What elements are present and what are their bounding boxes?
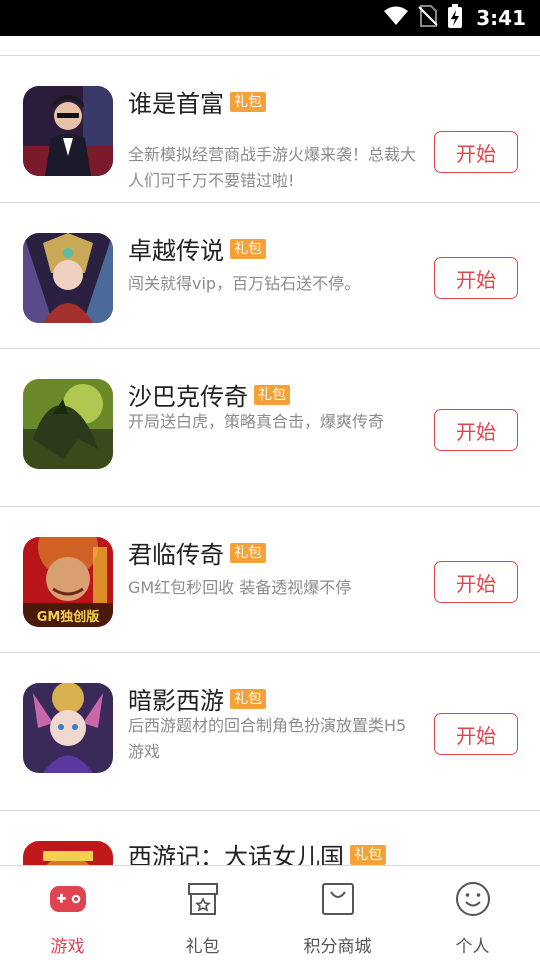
shopping-bag-icon (319, 880, 357, 918)
start-button[interactable]: 开始 (434, 409, 518, 451)
wifi-icon (384, 6, 409, 30)
game-description: 全新模拟经营商战手游火爆来袭！总裁大人们可千万不要错过啦! (128, 145, 417, 190)
game-description: 闯关就得vip，百万钻石送不停。 (128, 274, 361, 293)
status-bar: 3:41 (0, 0, 540, 36)
gamepad-icon (49, 880, 87, 918)
gift-badge: 礼包 (230, 238, 266, 259)
list-item[interactable]: 卓越传说 礼包 闯关就得vip，百万钻石送不停。 开始 (0, 203, 540, 349)
game-description: 后西游题材的回合制角色扮演放置类H5游戏 (128, 716, 407, 761)
list-item[interactable]: GM独创版 君临传奇 礼包 GM红包秒回收 装备透视爆不停 开始 (0, 507, 540, 653)
nav-label: 个人 (455, 937, 490, 957)
list-item[interactable]: 沙巴克传奇 礼包 开局送白虎，策略真合击，爆爽传奇 开始 (0, 349, 540, 507)
game-icon-zhuoyue[interactable] (23, 233, 113, 323)
smiley-icon (454, 880, 492, 918)
gift-badge: 礼包 (230, 542, 266, 563)
nav-label: 游戏 (50, 937, 85, 957)
game-icon-anying[interactable] (23, 683, 113, 773)
game-title[interactable]: 暗影西游 (128, 681, 224, 716)
game-icon-junlin[interactable]: GM独创版 (23, 537, 113, 627)
bottom-navigation: 游戏 礼包 积分商城 个人 (0, 865, 540, 960)
game-title[interactable]: 沙巴克传奇 (128, 377, 248, 412)
gift-box-icon (184, 880, 222, 918)
game-description: GM红包秒回收 装备透视爆不停 (128, 578, 352, 597)
divider (0, 36, 540, 56)
game-title[interactable]: 卓越传说 (128, 231, 224, 266)
nav-item-games[interactable]: 游戏 (0, 866, 135, 960)
game-icon-shouyou[interactable] (23, 86, 113, 176)
gift-badge: 礼包 (254, 384, 290, 405)
start-button[interactable]: 开始 (434, 713, 518, 755)
list-item[interactable]: 暗影西游 礼包 后西游题材的回合制角色扮演放置类H5游戏 开始 (0, 653, 540, 811)
gift-badge: 礼包 (350, 844, 386, 865)
nav-item-points-mall[interactable]: 积分商城 (270, 866, 405, 960)
nav-label: 积分商城 (303, 937, 372, 957)
gift-badge: 礼包 (230, 91, 266, 112)
game-list[interactable]: 谁是首富 礼包 全新模拟经营商战手游火爆来袭！总裁大人们可千万不要错过啦! 开始… (0, 36, 540, 865)
start-button[interactable]: 开始 (434, 257, 518, 299)
no-sim-icon (418, 5, 438, 31)
game-title[interactable]: 君临传奇 (128, 535, 224, 570)
nav-item-gifts[interactable]: 礼包 (135, 866, 270, 960)
nav-label: 礼包 (185, 937, 220, 957)
start-button[interactable]: 开始 (434, 561, 518, 603)
game-icon-shabake[interactable] (23, 379, 113, 469)
clock: 3:41 (476, 6, 526, 30)
list-item[interactable]: 谁是首富 礼包 全新模拟经营商战手游火爆来袭！总裁大人们可千万不要错过啦! 开始 (0, 56, 540, 203)
battery-charging-icon (448, 4, 463, 32)
list-item[interactable]: 西游记：大话女儿国 礼包 (0, 811, 540, 865)
game-icon-xiyouji[interactable] (23, 841, 113, 865)
game-title[interactable]: 西游记：大话女儿国 (128, 837, 344, 865)
start-button[interactable]: 开始 (434, 131, 518, 173)
game-title[interactable]: 谁是首富 (128, 84, 224, 119)
gift-badge: 礼包 (230, 688, 266, 709)
nav-item-profile[interactable]: 个人 (405, 866, 540, 960)
game-description: 开局送白虎，策略真合击，爆爽传奇 (128, 412, 385, 431)
icon-logo-text: GM独创版 (37, 609, 100, 625)
